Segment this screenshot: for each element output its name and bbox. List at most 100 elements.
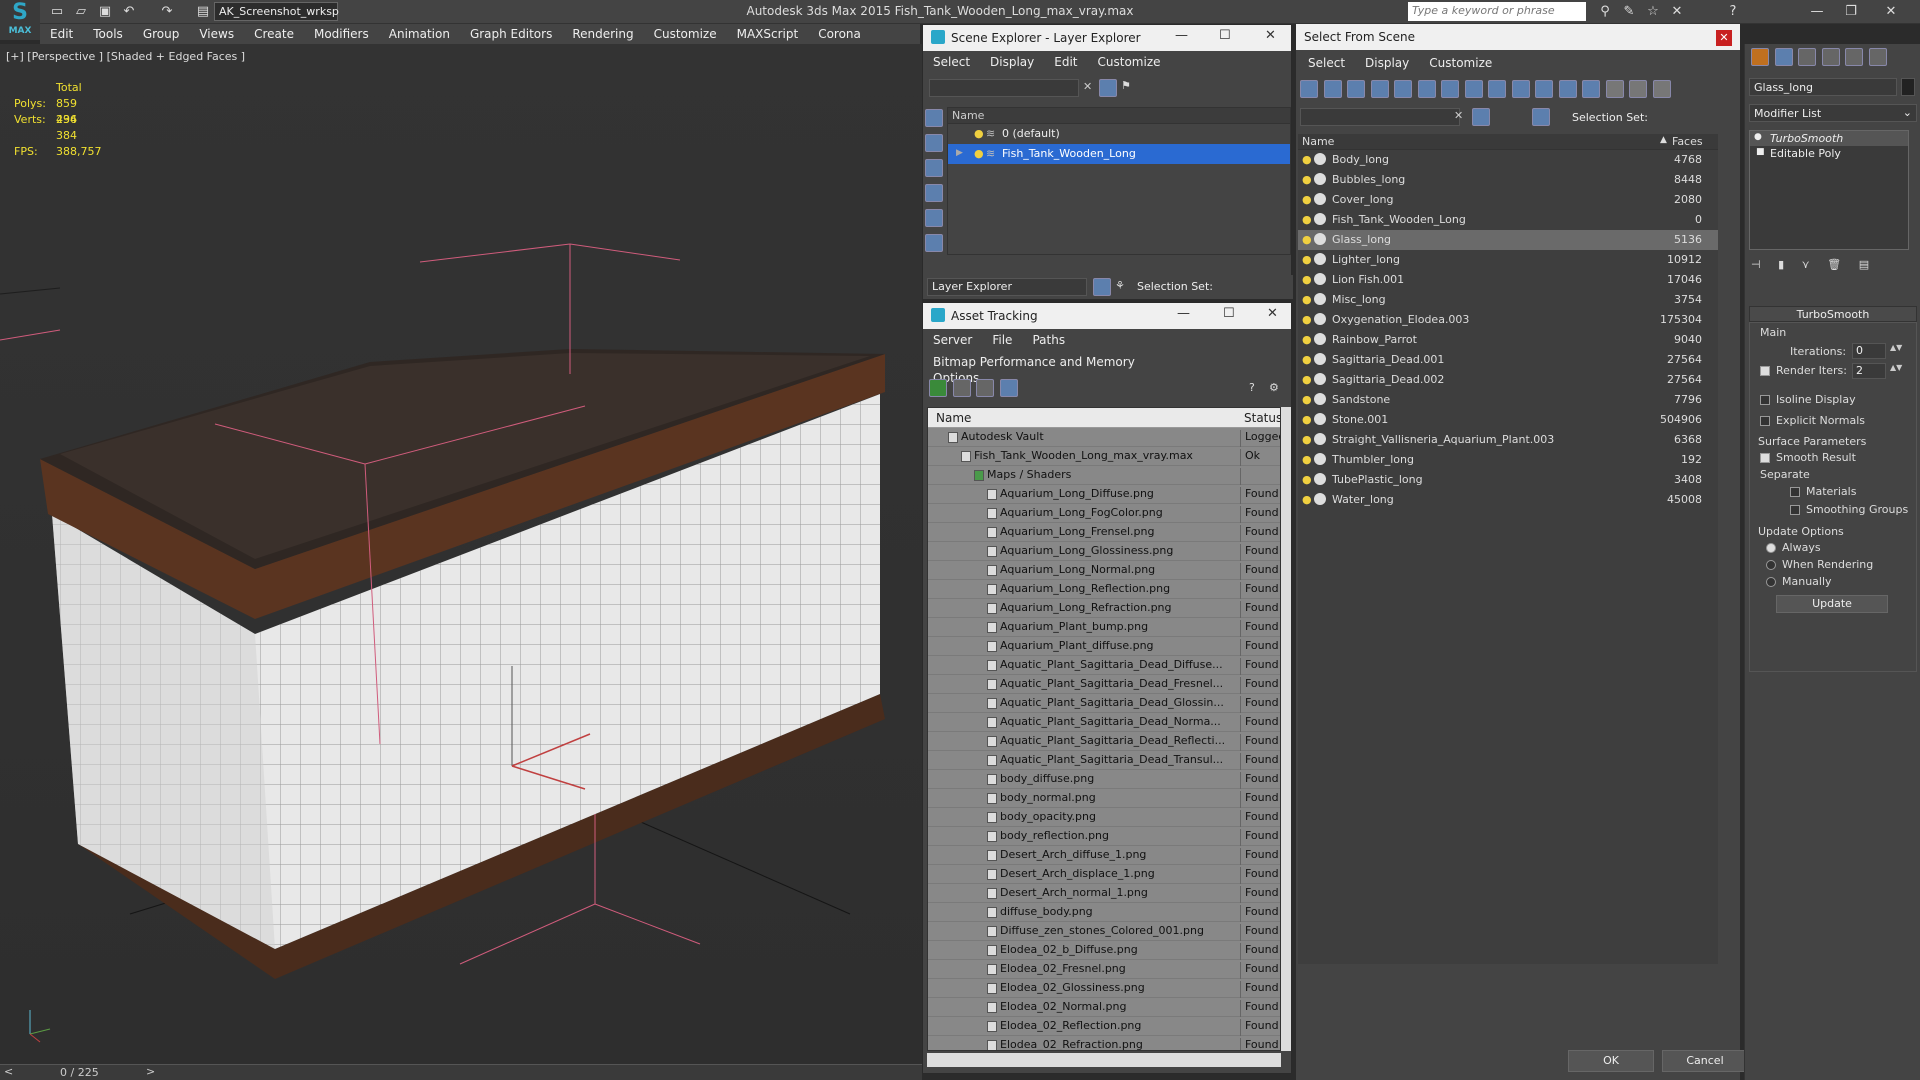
asset-row[interactable]: Desert_Arch_displace_1.png Found — [928, 865, 1280, 885]
asset-row[interactable]: Elodea_02_Refraction.png Found — [928, 1036, 1280, 1050]
select-from-scene-menu-select[interactable]: Select — [1298, 52, 1355, 74]
select-from-scene-menu-display[interactable]: Display — [1355, 52, 1419, 74]
column-name-header[interactable]: Name — [936, 411, 971, 425]
render-iters-checkbox[interactable] — [1760, 366, 1770, 376]
thumbnail-view-icon[interactable] — [976, 379, 994, 397]
cancel-button[interactable]: Cancel — [1662, 1050, 1748, 1072]
select-from-scene-title[interactable]: Select From Scene — [1296, 24, 1740, 50]
display-shapes-icon[interactable] — [925, 134, 943, 152]
expand-arrow-icon[interactable]: ▶ — [956, 148, 963, 158]
close-button[interactable]: ✕ — [1876, 2, 1906, 22]
object-row[interactable]: ● Thumbler_long 192 — [1298, 450, 1718, 470]
menu-tools[interactable]: Tools — [83, 24, 133, 44]
filter-icon[interactable] — [1472, 108, 1490, 126]
column-faces-header[interactable]: Faces — [1672, 135, 1703, 148]
iterations-spinner[interactable]: ▲▼ — [1890, 343, 1902, 352]
remove-modifier-icon[interactable]: 🗑 — [1827, 258, 1841, 271]
light-bulb-icon[interactable]: ● — [1302, 273, 1312, 286]
menu-graph-editors[interactable]: Graph Editors — [460, 24, 562, 44]
tools-icon[interactable]: ✎ — [1620, 3, 1638, 21]
list-view-icon[interactable] — [952, 379, 971, 397]
menu-edit[interactable]: Edit — [40, 24, 83, 44]
menu-animation[interactable]: Animation — [379, 24, 460, 44]
scene-explorer-search-input[interactable] — [929, 79, 1079, 97]
display-spacewarps-icon[interactable] — [925, 234, 943, 252]
help-icon[interactable]: ? — [1724, 3, 1742, 21]
utilities-tab-icon[interactable] — [1868, 48, 1887, 66]
light-bulb-icon[interactable]: ● — [1302, 333, 1312, 346]
asset-row[interactable]: Aquatic_Plant_Sagittaria_Dead_Diffuse...… — [928, 656, 1280, 676]
minimize-button[interactable]: — — [1802, 2, 1832, 22]
asset-row[interactable]: Maps / Shaders — [928, 466, 1280, 486]
display-geometry-icon[interactable] — [925, 109, 943, 127]
column-status-header[interactable]: Status — [1244, 411, 1280, 425]
project-folder-icon[interactable]: ▤ — [194, 3, 212, 21]
open-file-icon[interactable]: ▱ — [72, 3, 90, 21]
iterations-input[interactable]: 0 — [1852, 343, 1886, 359]
close-icon[interactable]: ✕ — [1716, 30, 1732, 46]
asset-row[interactable]: Autodesk Vault Logged — [928, 428, 1280, 448]
object-row[interactable]: ● Oxygenation_Elodea.003 175304 — [1298, 310, 1718, 330]
light-bulb-icon[interactable]: ● — [1302, 213, 1312, 226]
update-button[interactable]: Update — [1776, 595, 1888, 613]
filter-groups-icon[interactable] — [1441, 80, 1459, 98]
minimize-icon[interactable]: — — [1175, 28, 1188, 43]
workspace-selector[interactable]: AK_Screenshot_wrksp — [214, 2, 339, 21]
configure-modifier-sets-icon[interactable]: ▤ — [1859, 258, 1869, 271]
filter-helpers-icon[interactable] — [1394, 80, 1412, 98]
manually-radio[interactable] — [1766, 577, 1776, 587]
ok-button[interactable]: OK — [1568, 1050, 1654, 1072]
light-bulb-icon[interactable]: ● — [1302, 473, 1312, 486]
asset-row[interactable]: Desert_Arch_normal_1.png Found — [928, 884, 1280, 904]
scene-explorer-menu-select[interactable]: Select — [923, 51, 980, 73]
always-radio[interactable] — [1766, 543, 1776, 553]
explorer-type-select[interactable]: Layer Explorer — [927, 278, 1087, 296]
menu-customize[interactable]: Customize — [644, 24, 727, 44]
asset-row[interactable]: Aquarium_Long_Frensel.png Found — [928, 523, 1280, 543]
asset-row[interactable]: Aquarium_Plant_diffuse.png Found — [928, 637, 1280, 657]
object-row[interactable]: ● Stone.001 504906 — [1298, 410, 1718, 430]
settings-icon[interactable]: ⚙ — [1269, 381, 1279, 394]
object-row[interactable]: ● Sagittaria_Dead.002 27564 — [1298, 370, 1718, 390]
asset-row[interactable]: Aquarium_Long_Reflection.png Found — [928, 580, 1280, 600]
scene-explorer-titlebar[interactable]: Scene Explorer - Layer Explorer — ☐ ✕ — [923, 25, 1291, 51]
asset-row[interactable]: diffuse_body.png Found — [928, 903, 1280, 923]
asset-tracking-menu-paths[interactable]: Paths — [1022, 329, 1075, 351]
restore-button[interactable]: ❐ — [1836, 2, 1866, 22]
asset-row[interactable]: Aquarium_Plant_bump.png Found — [928, 618, 1280, 638]
light-bulb-icon[interactable]: ● — [1302, 253, 1312, 266]
light-bulb-icon[interactable]: ● — [1302, 193, 1312, 206]
display-helpers-icon[interactable] — [925, 209, 943, 227]
filter-bones-icon[interactable] — [1488, 80, 1506, 98]
select-invert-icon[interactable] — [1652, 80, 1671, 98]
star-icon[interactable]: ☆ — [1644, 3, 1662, 21]
clear-search-icon[interactable]: ✕ — [1083, 80, 1092, 93]
save-icon[interactable]: ▣ — [96, 3, 114, 21]
smoothing-groups-checkbox[interactable] — [1790, 505, 1800, 515]
menu-modifiers[interactable]: Modifiers — [304, 24, 379, 44]
close-icon[interactable]: ✕ — [1267, 306, 1278, 321]
hierarchy-display-icon[interactable] — [1532, 108, 1550, 126]
menu-corona[interactable]: Corona — [808, 24, 871, 44]
select-all-icon[interactable] — [1605, 80, 1624, 98]
scene-explorer-menu-edit[interactable]: Edit — [1044, 51, 1087, 73]
asset-row[interactable]: Aquatic_Plant_Sagittaria_Dead_Transul...… — [928, 751, 1280, 771]
minimize-icon[interactable]: — — [1177, 306, 1190, 321]
render-iters-spinner[interactable]: ▲▼ — [1890, 363, 1902, 372]
make-unique-icon[interactable]: ⋎ — [1802, 258, 1810, 271]
show-end-result-icon[interactable]: ▮ — [1778, 258, 1784, 271]
modifier-list-select[interactable]: Modifier List ⌄ — [1749, 104, 1917, 122]
stack-item-editable-poly[interactable]: ■ Editable Poly — [1750, 146, 1908, 161]
object-row[interactable]: ● TubePlastic_long 3408 — [1298, 470, 1718, 490]
asset-row[interactable]: Aquarium_Long_Glossiness.png Found — [928, 542, 1280, 562]
refresh-icon[interactable] — [929, 379, 947, 397]
asset-row[interactable]: Elodea_02_Glossiness.png Found — [928, 979, 1280, 999]
object-name-input[interactable]: Glass_long — [1749, 78, 1897, 96]
object-row[interactable]: ● Sandstone 7796 — [1298, 390, 1718, 410]
hierarchy-tab-icon[interactable] — [1798, 48, 1816, 66]
light-bulb-icon[interactable]: ● — [974, 127, 984, 140]
lightbulb-icon[interactable]: ● — [1754, 132, 1762, 142]
display-tab-icon[interactable] — [1845, 48, 1863, 66]
materials-checkbox[interactable] — [1790, 487, 1800, 497]
filter-hidden-icon[interactable] — [1558, 80, 1577, 98]
